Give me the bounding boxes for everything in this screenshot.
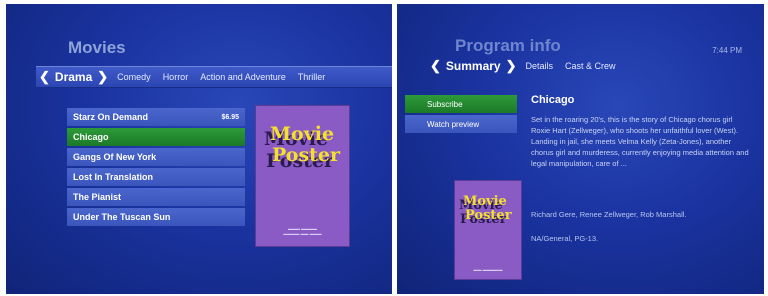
tab-drama[interactable]: Drama — [53, 70, 94, 84]
program-title: Chicago — [531, 94, 575, 106]
watch-preview-button[interactable]: Watch preview — [405, 115, 517, 133]
list-item-label: The Pianist — [73, 192, 122, 202]
price-label: $6.95 — [221, 113, 239, 121]
tab-action-and-adventure[interactable]: Action and Adventure — [194, 72, 292, 82]
program-description: Set in the roaring 20's, this is the sto… — [531, 115, 749, 168]
list-item-chicago[interactable]: Chicago — [67, 128, 245, 146]
tab-details[interactable]: Details — [520, 61, 560, 71]
tab-cast-and-crew[interactable]: Cast & Crew — [559, 61, 622, 71]
category-tab-bar: ❮ Drama ❯ Comedy Horror Action and Adven… — [36, 66, 392, 88]
poster-title-line2: Poster — [465, 208, 512, 223]
program-cast: Richard Gere, Renee Zellweger, Rob Marsh… — [531, 210, 687, 219]
poster-fine-print: ▬▬ ▬▬▬▬▬ — [473, 267, 503, 272]
chevron-left-icon[interactable]: ❮ — [36, 69, 53, 85]
program-rating: NA/General, PG-13. — [531, 234, 599, 243]
tab-thriller[interactable]: Thriller — [292, 72, 332, 82]
list-item-label: Chicago — [73, 132, 109, 142]
list-item-starz-on-demand[interactable]: Starz On Demand $6.95 — [67, 108, 245, 126]
list-item-gangs-of-new-york[interactable]: Gangs Of New York — [67, 148, 245, 166]
list-item-label: Lost In Translation — [73, 172, 154, 182]
clock-time: 7:44 PM — [712, 46, 742, 55]
tab-comedy[interactable]: Comedy — [111, 72, 157, 82]
poster-fine-print: ▬▬▬ ▬▬▬▬ ▬▬▬▬ ▬▬ ▬▬▬ — [283, 226, 322, 236]
poster-title-line2: Poster — [272, 144, 341, 166]
subscribe-button[interactable]: Subscribe — [405, 95, 517, 113]
page-title: Movies — [68, 38, 126, 57]
poster-title-line1: Movie — [270, 123, 335, 145]
tab-horror[interactable]: Horror — [157, 72, 195, 82]
page-title: Program info — [455, 36, 561, 55]
list-item-under-the-tuscan-sun[interactable]: Under The Tuscan Sun — [67, 208, 245, 226]
chevron-right-icon[interactable]: ❯ — [503, 58, 520, 74]
list-item-label: Under The Tuscan Sun — [73, 212, 171, 222]
tab-summary[interactable]: Summary — [444, 59, 503, 73]
movie-poster: Movie Movie Poster Poster ▬▬▬ ▬▬▬▬ ▬▬▬▬ ▬… — [255, 105, 350, 247]
movie-poster: Movie Movie Poster Poster ▬▬ ▬▬▬▬▬ — [454, 180, 522, 280]
movie-list: Starz On Demand $6.95 Chicago Gangs Of N… — [67, 108, 245, 228]
list-item-the-pianist[interactable]: The Pianist — [67, 188, 245, 206]
list-item-lost-in-translation[interactable]: Lost In Translation — [67, 168, 245, 186]
program-info-screen: Program info 7:44 PM ❮ Summary ❯ Details… — [397, 4, 764, 294]
chevron-right-icon[interactable]: ❯ — [94, 69, 111, 85]
list-item-label: Starz On Demand — [73, 112, 149, 122]
info-tab-bar: ❮ Summary ❯ Details Cast & Crew — [427, 56, 764, 76]
chevron-left-icon[interactable]: ❮ — [427, 58, 444, 74]
list-item-label: Gangs Of New York — [73, 152, 157, 162]
poster-title-line1: Movie — [463, 194, 507, 209]
movies-screen: Movies ❮ Drama ❯ Comedy Horror Action an… — [6, 4, 392, 294]
